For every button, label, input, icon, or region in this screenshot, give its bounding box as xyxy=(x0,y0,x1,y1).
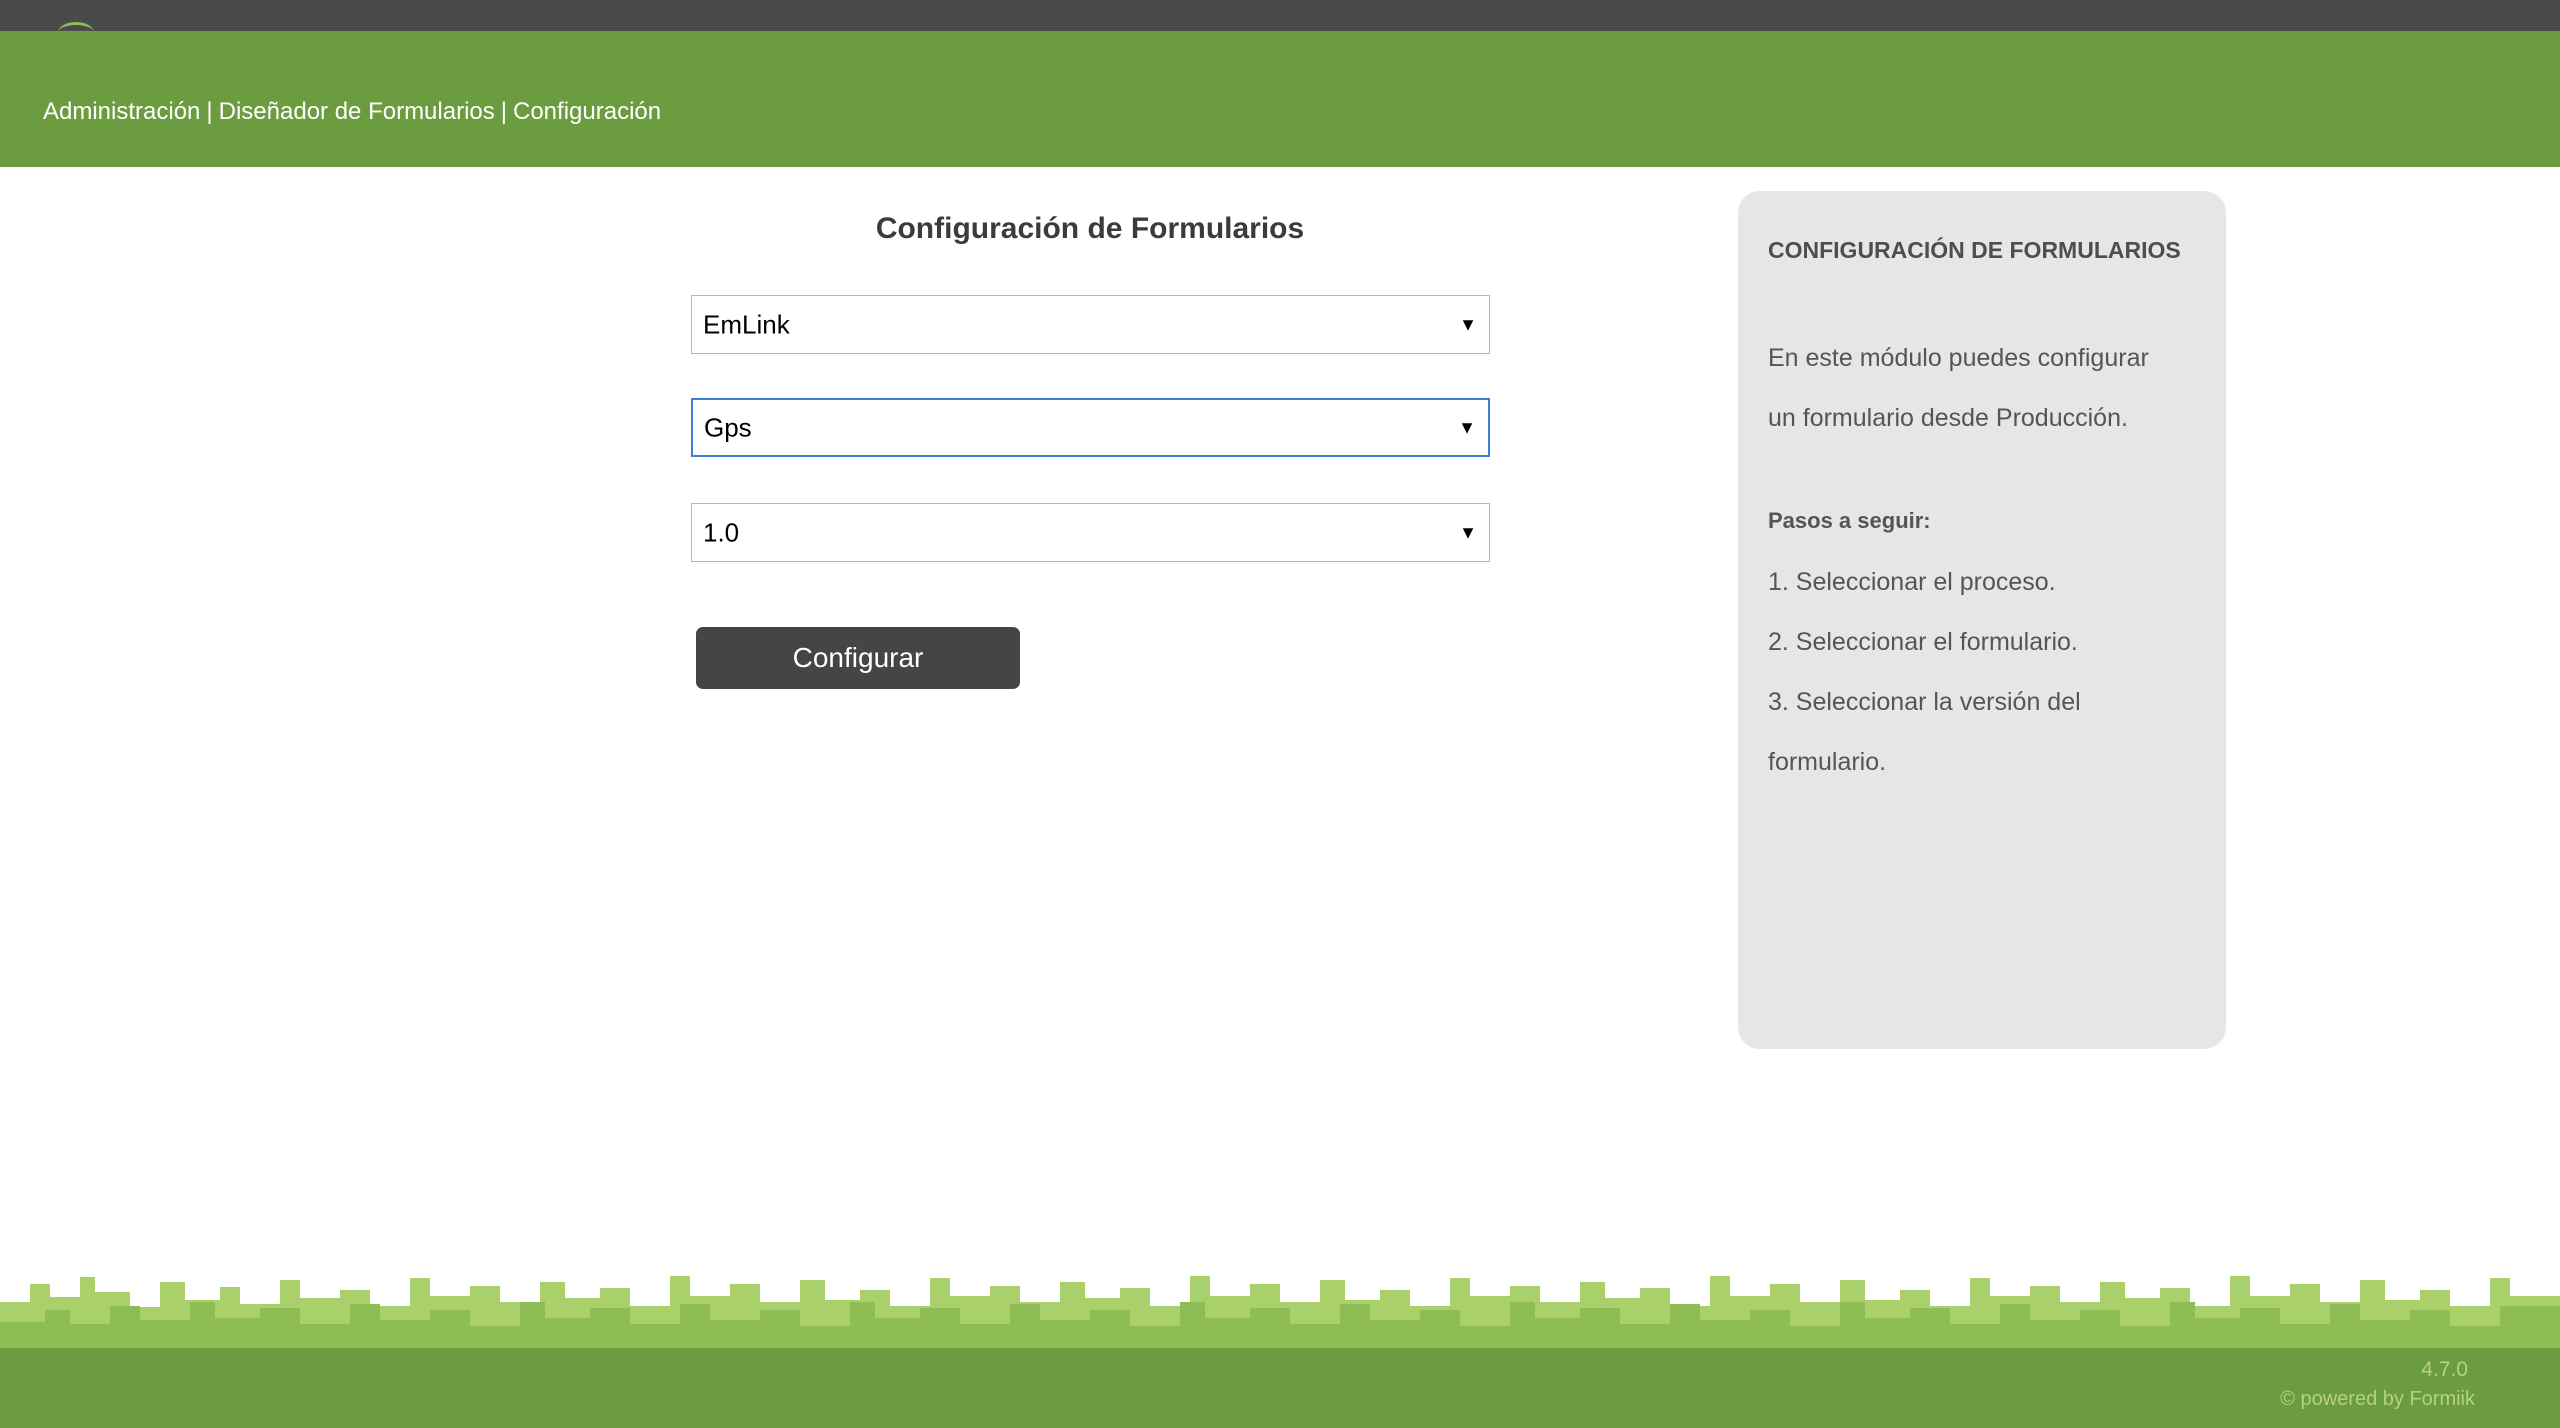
version-select[interactable]: 1.0 ▼ xyxy=(691,503,1490,562)
help-intro-line: En este módulo puedes configurar xyxy=(1768,344,2149,372)
form-title: Configuración de Formularios xyxy=(875,212,1305,245)
configurar-button[interactable]: Configurar xyxy=(696,627,1020,689)
help-title: CONFIGURACIÓN DE FORMULARIOS xyxy=(1768,237,2181,263)
breadcrumb-configuracion[interactable]: Configuración xyxy=(513,98,661,125)
help-step: 2. Seleccionar el formulario. xyxy=(1768,628,2078,656)
top-bar xyxy=(0,0,2560,31)
help-panel: CONFIGURACIÓN DE FORMULARIOS En este mód… xyxy=(1738,191,2226,1049)
version-select-value: 1.0 xyxy=(703,517,740,547)
skyline-illustration xyxy=(0,1276,2560,1428)
help-intro: En este módulo puedes configurar un form… xyxy=(1768,328,2196,448)
help-step: formulario. xyxy=(1768,748,1887,776)
caret-down-icon: ▼ xyxy=(1459,522,1477,542)
process-select-value: EmLink xyxy=(703,309,790,339)
breadcrumb-disenador-formularios[interactable]: Diseñador de Formularios xyxy=(219,98,495,125)
form-select-value: Gps xyxy=(704,412,752,442)
breadcrumb-administracion[interactable]: Administración xyxy=(43,98,200,125)
breadcrumb-separator: | xyxy=(206,98,213,125)
version-label: 4.7.0 xyxy=(2421,1358,2468,1381)
breadcrumb-separator: | xyxy=(500,98,507,125)
caret-down-icon: ▼ xyxy=(1459,314,1477,334)
help-intro-line: un formulario desde Producción. xyxy=(1768,404,2128,432)
help-steps: 1. Seleccionar el proceso. 2. Selecciona… xyxy=(1768,552,2196,792)
form-select[interactable]: Gps ▼ xyxy=(691,398,1490,457)
caret-down-icon: ▼ xyxy=(1458,417,1476,437)
breadcrumb: Administración | Diseñador de Formularios |… xyxy=(43,98,661,126)
help-steps-title: Pasos a seguir: xyxy=(1768,508,1931,533)
page: Administración | Diseñador de Formularios |… xyxy=(0,0,2560,1428)
help-step: 3. Seleccionar la versión del xyxy=(1768,688,2081,716)
powered-by-label: © powered by Formiik xyxy=(2280,1388,2475,1410)
help-step: 1. Seleccionar el proceso. xyxy=(1768,568,2056,596)
footer-skyline xyxy=(0,1262,2560,1428)
process-select[interactable]: EmLink ▼ xyxy=(691,295,1490,354)
